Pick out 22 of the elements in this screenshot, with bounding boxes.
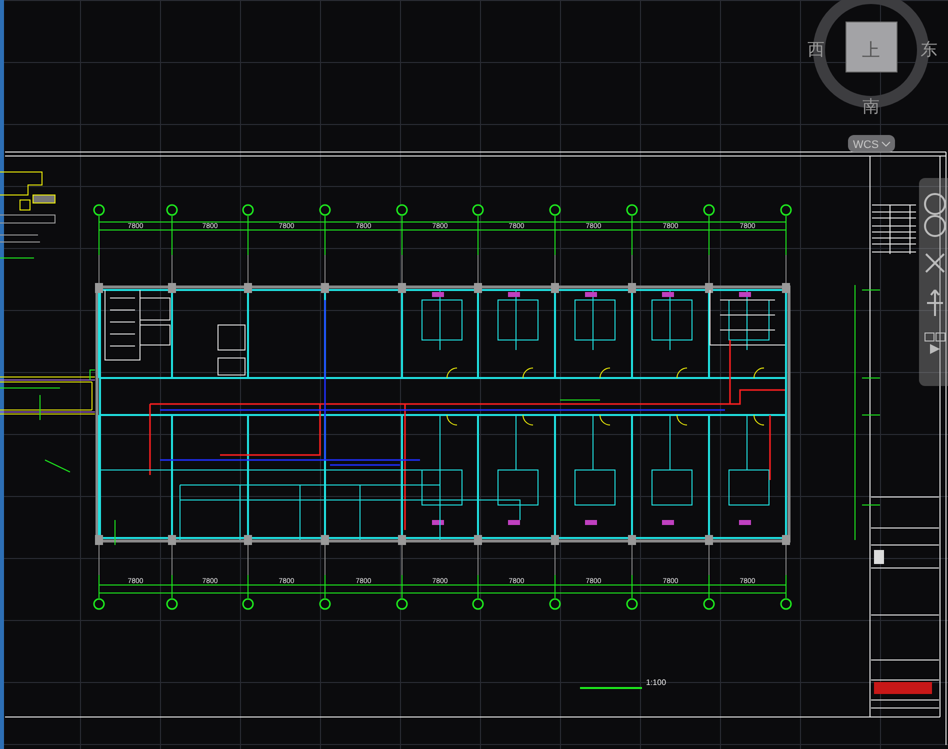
compass-east-label[interactable]: 东 xyxy=(920,40,938,59)
viewcube-top-label: 上 xyxy=(862,40,880,60)
title-underline xyxy=(580,687,642,689)
axis-line xyxy=(242,544,254,610)
axis-line xyxy=(549,544,561,610)
axis-line xyxy=(472,544,484,610)
scale-text: 1:100 xyxy=(646,678,666,687)
axis-line xyxy=(93,544,105,610)
showmotion-icon[interactable] xyxy=(924,332,946,356)
wcs-button[interactable]: WCS xyxy=(848,135,895,152)
orbit-icon[interactable] xyxy=(924,288,946,318)
axis-line xyxy=(166,544,178,610)
compass-south-label[interactable]: 南 xyxy=(862,97,880,116)
axis-line xyxy=(780,544,792,610)
axis-line xyxy=(703,544,715,610)
compass-west-label[interactable]: 西 xyxy=(808,40,824,59)
steering-wheel-icon[interactable] xyxy=(924,192,946,238)
axis-line xyxy=(319,544,331,610)
revision-table-drawing xyxy=(872,204,916,254)
axis-line xyxy=(626,544,638,610)
pan-icon[interactable] xyxy=(924,252,946,274)
axis-line xyxy=(396,544,408,610)
